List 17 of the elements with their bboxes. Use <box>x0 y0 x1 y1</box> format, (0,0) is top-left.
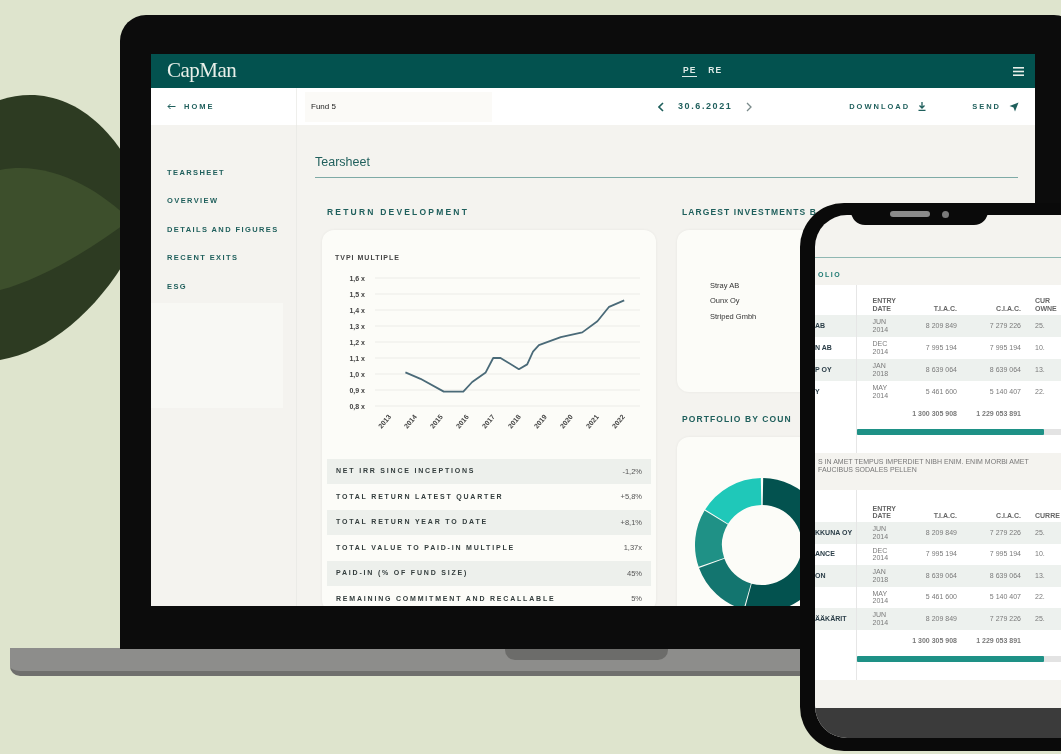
segment-tab[interactable]: RE <box>707 65 724 77</box>
logo: CapMan <box>167 57 238 85</box>
download-icon <box>918 102 927 111</box>
section-heading: RETURN DEVELOPMENT <box>327 205 470 219</box>
section-heading: PORTFOLIO BY COUN <box>682 412 792 426</box>
chevron-left-icon[interactable] <box>658 101 664 112</box>
fund-field[interactable]: Fund 5 <box>305 91 492 122</box>
date-label: 30.6.2021 <box>678 99 733 113</box>
chevron-right-icon[interactable] <box>746 101 753 112</box>
arrow-left-icon <box>167 103 176 110</box>
section-heading: LARGEST INVESTMENTS B <box>682 205 818 219</box>
send-icon <box>1009 101 1019 112</box>
speaker-icon <box>890 211 930 217</box>
page-title: Tearsheet <box>315 153 1018 178</box>
camera-icon <box>942 210 949 218</box>
segment-tab[interactable]: PE <box>682 65 698 77</box>
menu-icon[interactable] <box>1013 66 1024 76</box>
